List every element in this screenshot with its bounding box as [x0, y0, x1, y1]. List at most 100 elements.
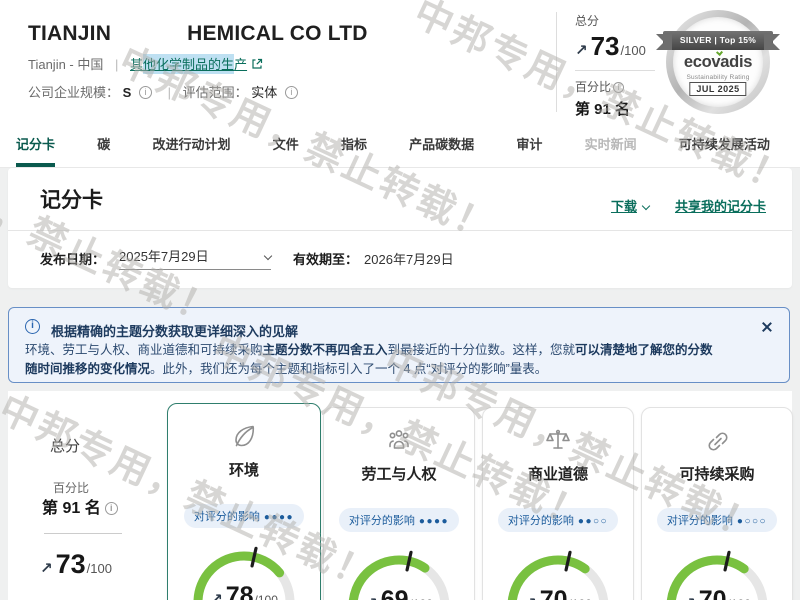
impact-badge: 对评分的影响●●●●: [184, 504, 304, 528]
total-score-value: ↗73/100: [40, 549, 112, 580]
link-icon: [642, 425, 792, 455]
divider: [44, 533, 122, 534]
banner-title: 根据精确的主题分数获取更详细深入的见解: [51, 321, 298, 340]
scope-value: 实体: [251, 85, 277, 100]
trend-up-icon: ↗: [365, 595, 378, 600]
external-link-icon[interactable]: [251, 58, 263, 70]
info-banner: 根据精确的主题分数获取更详细深入的见解 环境、劳工与人权、商业道德和可持续采购主…: [8, 307, 790, 383]
medal-tagline: Sustainability Rating: [666, 74, 770, 81]
impact-badge: 对评分的影响●●○○: [498, 508, 618, 532]
company-subline: Tianjin - 中国 | 其他化学制品的生产: [28, 54, 263, 73]
company-name-prefix: TIANJIN: [28, 22, 111, 45]
tab-improvement-plan[interactable]: 改进行动计划: [152, 126, 230, 167]
close-icon[interactable]: [761, 321, 773, 333]
valid-until-value: 2026年7月29日: [364, 249, 454, 268]
page-header: TIANJIN HEMICAL CO LTD Tianjin - 中国 | 其他化…: [0, 0, 800, 126]
panel-actions: 下载 共享我的记分卡: [611, 196, 766, 215]
theme-name: 可持续采购: [642, 463, 792, 484]
info-icon[interactable]: [105, 502, 118, 515]
tab-live-news: 实时新闻: [585, 126, 637, 167]
scorecard-panel: 记分卡 下载 共享我的记分卡 发布日期： 2025年7月29日 有效期至： 20…: [8, 168, 792, 288]
trend-up-icon: ↗: [524, 595, 537, 600]
publish-date-select[interactable]: 2025年7月29日: [119, 246, 271, 270]
medal-date: JUL 2025: [689, 82, 746, 96]
impact-badge: 对评分的影响●●●●: [339, 508, 459, 532]
theme-name: 商业道德: [483, 463, 633, 484]
divider: [575, 70, 655, 71]
leaf-icon: [168, 421, 320, 451]
overall-score-summary: 总分 ↗73/100 百分比 第 91 名: [556, 12, 660, 112]
redacted-name-segment: [111, 34, 187, 40]
score-gauge: ↗69/100: [324, 542, 474, 600]
company-location: Tianjin - 中国: [28, 57, 103, 72]
company-size-value: S: [123, 85, 132, 100]
theme-score: ↗70/100: [483, 586, 633, 600]
theme-card-ethics[interactable]: 商业道德 对评分的影响●●○○ ↗70/100: [482, 407, 634, 600]
banner-body: 环境、劳工与人权、商业道德和可持续采购主题分数不再四舍五入到最接近的十分位数。这…: [25, 341, 715, 380]
scales-icon: [483, 425, 633, 455]
trend-up-icon: ↗: [575, 42, 588, 59]
trend-up-icon: ↗: [40, 560, 53, 577]
theme-score: ↗69/100: [324, 586, 474, 600]
scope-label: 评估范围：: [183, 85, 248, 100]
score-gauge: ↗70/100: [483, 542, 633, 600]
share-scorecard-button[interactable]: 共享我的记分卡: [675, 196, 766, 215]
valid-until-label: 有效期至：: [293, 249, 358, 268]
percentile-label: 百分比: [575, 78, 660, 95]
ecovadis-medal: SILVER | Top 15% ecovadis Sustainability…: [666, 10, 770, 114]
trend-up-icon: ↗: [683, 595, 696, 600]
theme-name: 劳工与人权: [324, 463, 474, 484]
tab-audit[interactable]: 审计: [516, 126, 542, 167]
theme-card-labor-human-rights[interactable]: 劳工与人权 对评分的影响●●●● ↗69/100: [323, 407, 475, 600]
tab-sustainability-activities[interactable]: 可持续发展活动: [679, 126, 770, 167]
publish-date-label: 发布日期：: [40, 249, 105, 268]
trend-up-icon: ↗: [210, 591, 223, 600]
medal-tier-ribbon: SILVER | Top 15%: [663, 31, 773, 50]
page-title: 记分卡: [40, 184, 103, 214]
theme-score: ↗78/100: [168, 582, 320, 600]
tab-bar: 记分卡 碳 改进行动计划 文件 指标 产品碳数据 审计 实时新闻 可持续发展活动: [0, 126, 800, 168]
score-gauge: ↗70/100: [642, 542, 792, 600]
download-button[interactable]: 下载: [611, 196, 649, 215]
overall-score-column: 总分 百分比 第 91 名 ↗73/100: [20, 391, 165, 600]
highlighted-text: 他化学制品的生: [143, 54, 234, 74]
info-icon[interactable]: [139, 86, 152, 99]
publish-date-value: 2025年7月29日: [119, 246, 209, 265]
theme-score: ↗70/100: [642, 586, 792, 600]
total-score-label: 总分: [50, 435, 80, 456]
divider: |: [115, 57, 118, 72]
score-gauge: ↗78/100: [168, 538, 320, 600]
tab-indicators[interactable]: 指标: [341, 126, 367, 167]
info-icon: [25, 319, 40, 334]
scores-section: 总分 百分比 第 91 名 ↗73/100 环境 对评分的影响●●●●: [8, 391, 792, 600]
ecovadis-logo: ecovadis: [666, 53, 770, 72]
impact-dots: ●●●●: [264, 512, 294, 523]
people-icon: [324, 425, 474, 455]
chevron-down-icon: [264, 251, 272, 259]
company-name-suffix: HEMICAL CO LTD: [187, 22, 368, 45]
percentile-rank: 第 91 名: [575, 98, 660, 119]
impact-badge: 对评分的影响●○○○: [657, 508, 777, 532]
company-meta: 公司企业规模： S | 评估范围： 实体: [28, 82, 302, 101]
percentile-rank: 第 91 名: [42, 494, 122, 518]
chevron-down-icon: [642, 202, 650, 210]
total-score-value: ↗73/100: [575, 31, 660, 62]
tab-scorecard[interactable]: 记分卡: [16, 126, 55, 167]
total-score-label: 总分: [575, 12, 660, 29]
company-size-label: 公司企业规模：: [28, 85, 119, 100]
ecovadis-scorecard-page: TIANJIN HEMICAL CO LTD Tianjin - 中国 | 其他化…: [0, 0, 800, 600]
theme-card-sustainable-procurement[interactable]: 可持续采购 对评分的影响●○○○ ↗70/100: [641, 407, 793, 600]
impact-dots: ●●○○: [578, 516, 608, 527]
impact-dots: ●○○○: [737, 516, 767, 527]
company-name: TIANJIN HEMICAL CO LTD: [28, 22, 368, 46]
tab-documents[interactable]: 文件: [273, 126, 299, 167]
industry-link[interactable]: 其他化学制品的生产: [130, 54, 247, 74]
info-icon[interactable]: [613, 82, 624, 93]
theme-card-environment[interactable]: 环境 对评分的影响●●●● ↗78/100: [167, 403, 321, 600]
date-row: 发布日期： 2025年7月29日 有效期至： 2026年7月29日: [40, 246, 454, 270]
impact-dots: ●●●●: [419, 516, 449, 527]
divider: [8, 230, 792, 231]
info-icon[interactable]: [285, 86, 298, 99]
tab-carbon[interactable]: 碳: [97, 126, 110, 167]
tab-product-carbon-data[interactable]: 产品碳数据: [409, 126, 474, 167]
